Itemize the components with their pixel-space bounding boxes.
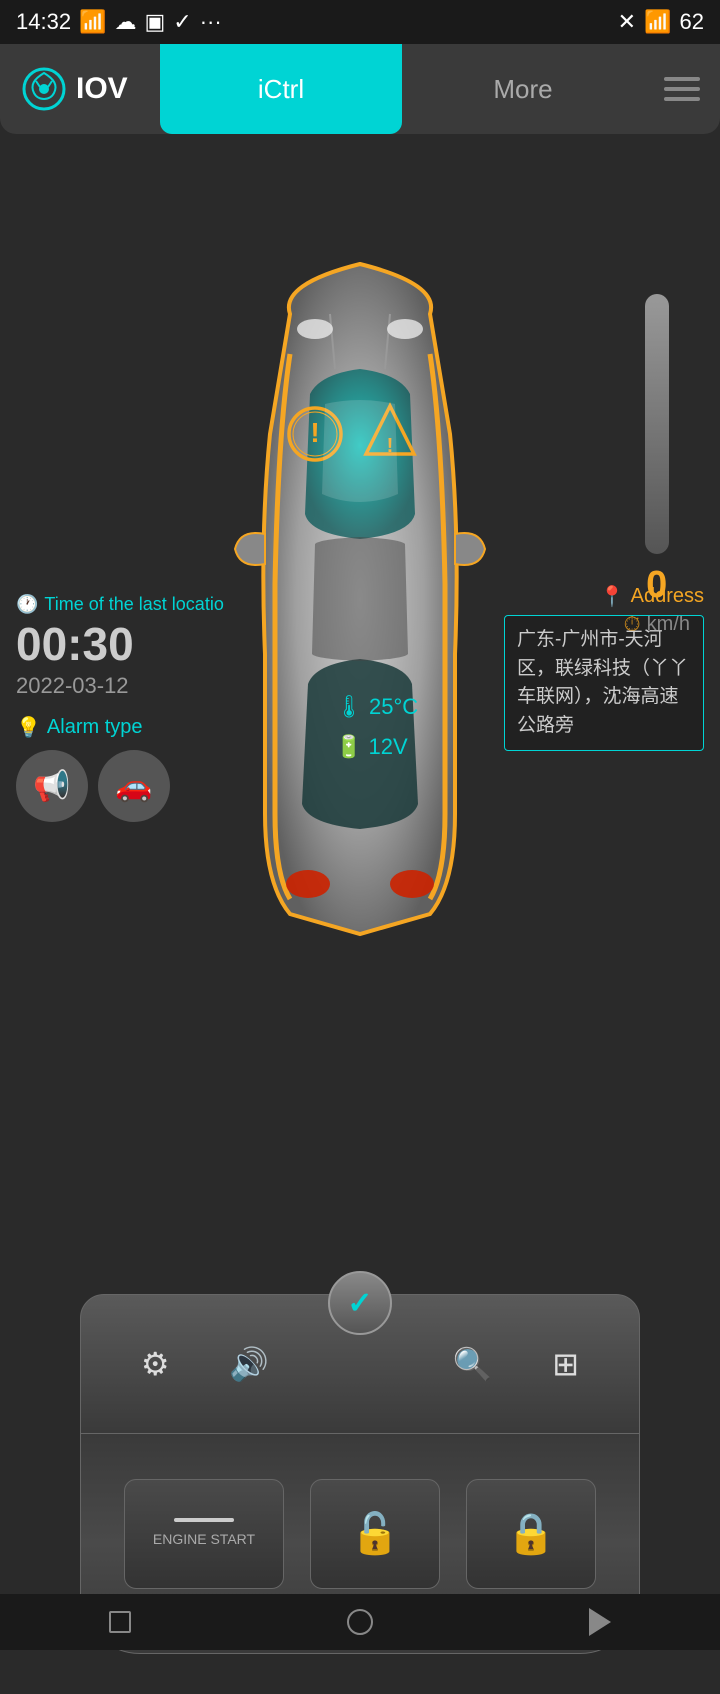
status-bar: 14:32 📶 ☁ ▣ ✓ ··· ✕ 📶 62 — [0, 0, 720, 44]
alarm-icon: 💡 — [16, 715, 41, 740]
status-time: 14:32 — [16, 9, 71, 35]
engine-start-button[interactable]: ENGINE START — [124, 1479, 284, 1589]
square-icon: ▣ — [144, 9, 165, 35]
menu-button[interactable] — [644, 77, 720, 101]
alarm-car-button[interactable]: 🚗 — [98, 750, 170, 822]
battery-level: 62 — [680, 9, 704, 35]
tab-ictrl[interactable]: iCtrl — [160, 44, 402, 134]
time-value: 00:30 — [16, 621, 224, 667]
engine-line — [174, 1518, 234, 1522]
gear-icon: ⚙ — [141, 1345, 170, 1383]
main-content: 0 ⏱ km/h — [0, 134, 720, 1274]
sound-icon: 🔊 — [229, 1345, 269, 1383]
hamburger-icon — [664, 77, 700, 101]
location-icon: 📍 — [600, 584, 625, 609]
alarm-icons: 📢 🚗 — [16, 750, 224, 822]
left-panel: 🕐 Time of the last locatio 00:30 2022-03… — [16, 594, 224, 822]
signal-icon: 📶 — [79, 9, 106, 35]
logo-area: IOV — [0, 65, 160, 113]
android-nav — [0, 1594, 720, 1650]
nav-tabs: iCtrl More — [160, 44, 644, 134]
date-value: 2022-03-12 — [16, 673, 224, 699]
key-top: ✓ ⚙ 🔊 🔍 ⊞ — [80, 1294, 640, 1434]
cloud-icon: ☁ — [114, 9, 136, 35]
status-right: ✕ 📶 62 — [618, 9, 704, 35]
logo-icon — [20, 65, 68, 113]
svg-text:!: ! — [310, 417, 319, 448]
speed-bar — [645, 294, 669, 554]
alarm-label: 💡 Alarm type — [16, 715, 224, 740]
check-button[interactable]: ✓ — [328, 1271, 392, 1335]
svg-text:🔋 12V: 🔋 12V — [335, 734, 408, 759]
clock-icon: 🕐 — [16, 594, 38, 615]
grid-icon: ⊞ — [552, 1345, 579, 1383]
engine-label: ENGINE START — [153, 1530, 255, 1548]
status-left: 14:32 📶 ☁ ▣ ✓ ··· — [16, 9, 222, 35]
back-icon — [589, 1608, 611, 1636]
unlock-button[interactable]: 🔓 — [310, 1479, 440, 1589]
address-label: 📍 Address — [504, 584, 704, 609]
search-icon: 🔍 — [453, 1345, 493, 1383]
grid-button[interactable]: ⊞ — [552, 1345, 579, 1383]
check-icon: ✓ — [173, 9, 191, 35]
svg-text:🌡 25°C: 🌡 25°C — [335, 694, 418, 719]
nav-home-button[interactable] — [335, 1597, 385, 1647]
address-text: 广东-广州市-天河区，联绿科技（丫丫车联网），沈海高速公路旁 — [504, 615, 704, 751]
checkmark-icon: ✓ — [347, 1286, 372, 1321]
settings-button[interactable]: ⚙ — [141, 1345, 170, 1383]
nav-recent-button[interactable] — [95, 1597, 145, 1647]
dots-icon: ··· — [200, 9, 222, 35]
header: IOV iCtrl More — [0, 44, 720, 134]
lock-button[interactable]: 🔒 — [466, 1479, 596, 1589]
home-icon — [347, 1609, 373, 1635]
unlock-icon: 🔓 — [350, 1510, 400, 1557]
tab-more[interactable]: More — [402, 44, 644, 134]
close-icon: ✕ — [618, 9, 636, 35]
sound-button[interactable]: 🔊 — [229, 1345, 269, 1383]
logo-text: IOV — [76, 72, 128, 106]
search-button[interactable]: 🔍 — [453, 1345, 493, 1383]
alarm-sound-button[interactable]: 📢 — [16, 750, 88, 822]
wifi-icon: 📶 — [644, 9, 671, 35]
nav-back-button[interactable] — [575, 1597, 625, 1647]
address-panel: 📍 Address 广东-广州市-天河区，联绿科技（丫丫车联网），沈海高速公路旁 — [504, 584, 704, 751]
time-label: 🕐 Time of the last locatio — [16, 594, 224, 615]
lock-icon: 🔒 — [506, 1510, 556, 1557]
recent-apps-icon — [109, 1611, 131, 1633]
